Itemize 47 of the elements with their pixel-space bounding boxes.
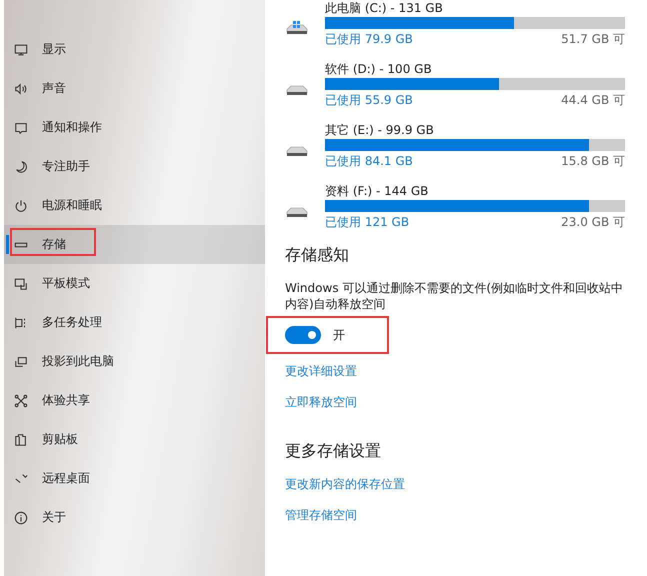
sidebar-icon [14,354,28,368]
sidebar-icon [14,276,28,290]
sidebar-icon [14,510,28,524]
sidebar-item[interactable]: 平板模式 [4,264,265,303]
description-text: Windows 可以通过删除不需要的文件(例如临时文件和回收站中 内容)自动释放空间 [285,280,624,312]
sidebar-item[interactable]: 存储 [4,225,265,264]
toggle-label: 开 [333,326,345,344]
sidebar-icon [14,316,28,330]
drive-icon [285,21,309,37]
sidebar-item[interactable]: 专注助手 [4,147,265,186]
sidebar-icon [14,120,28,134]
used-space: 已使用 55.9 GB [325,92,413,108]
sidebar-icon [14,198,28,212]
sidebar-icon [14,82,28,96]
used-space: 已使用 84.1 GB [325,153,413,169]
used-space: 已使用 79.9 GB [325,31,413,47]
settings-link[interactable]: 更改新内容的保存位置 [285,476,627,493]
free-space: 15.8 GB 可 [561,153,625,169]
drive-title: 软件 (D:) - 100 GB [325,62,433,77]
drive-title: 其它 (E:) - 99.9 GB [325,123,435,138]
sidebar-item[interactable]: 远程桌面 [4,459,265,498]
sidebar-icon [14,472,28,486]
drive-title: 资料 (F:) - 144 GB [325,184,430,199]
settings-link[interactable]: 立即释放空间 [285,394,627,411]
sidebar-item[interactable]: 体验共享 [4,381,265,420]
drive-title: 此电脑 (C:) - 131 GB [325,1,444,16]
sidebar-item[interactable]: 电源和睡眠 [4,186,265,225]
settings-link[interactable]: 管理存储空间 [285,507,627,524]
settings-link[interactable]: 更改详细设置 [285,363,627,380]
used-space: 已使用 121 GB [325,214,410,230]
sidebar-item[interactable]: 多任务处理 [4,303,265,342]
sidebar-item[interactable]: 剪贴板 [4,420,265,459]
toggle-switch[interactable] [285,326,321,344]
free-space: 51.7 GB 可 [561,31,625,47]
sidebar-item[interactable]: 投影到此电脑 [4,342,265,381]
free-space: 23.0 GB 可 [561,214,625,230]
sidebar-item[interactable]: 关于 [4,498,265,537]
section-heading: 更多存储设置 [285,441,382,462]
sidebar-item[interactable]: 声音 [4,69,265,108]
sidebar-item[interactable]: 通知和操作 [4,108,265,147]
sidebar-item[interactable]: 显示 [4,30,265,69]
section-heading: 存储感知 [285,245,350,266]
sidebar-icon [14,432,28,446]
sidebar-icon [14,42,28,56]
free-space: 44.4 GB 可 [561,92,625,108]
sidebar-icon [14,160,28,174]
sidebar-icon [14,394,28,408]
